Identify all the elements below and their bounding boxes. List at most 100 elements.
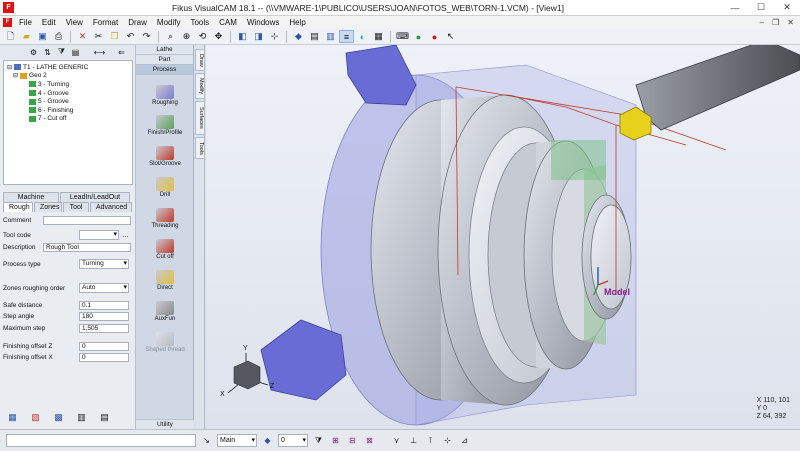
tree-op[interactable]: 4 - Groove [7, 89, 129, 98]
color-icon[interactable]: ◆ [261, 434, 274, 447]
snap-icon[interactable]: ⊹ [267, 30, 282, 43]
tab-leadin-leadout[interactable]: LeadIn/LeadOut [60, 192, 130, 202]
grid-icon[interactable]: ⊺ [424, 434, 437, 447]
line-width-select[interactable]: 0 [278, 434, 308, 447]
measure-icon[interactable]: ⊿ [458, 434, 471, 447]
utility-tab[interactable]: Utility [136, 419, 194, 429]
max-step-input[interactable]: 1,505 [79, 323, 129, 333]
minimize-button[interactable]: — [722, 3, 748, 13]
tab-tools[interactable]: Tools [195, 137, 205, 159]
copy-icon[interactable]: ❐ [107, 30, 122, 43]
ortho-icon[interactable]: ⊥ [407, 434, 420, 447]
redo-icon[interactable]: ↷ [139, 30, 154, 43]
tree-geo[interactable]: ⊟ Geo 2 [7, 72, 129, 81]
apply-icon[interactable]: ▦ [6, 411, 19, 424]
menu-windows[interactable]: Windows [242, 18, 284, 27]
menu-edit[interactable]: Edit [37, 18, 61, 27]
menu-format[interactable]: Format [88, 18, 123, 27]
zoom-window-icon[interactable]: ⌕ [163, 30, 178, 43]
safe-distance-input[interactable]: 0.1 [79, 300, 129, 310]
tree-op[interactable]: 5 - Groove [7, 97, 129, 106]
save-icon[interactable]: ▣ [35, 30, 50, 43]
drill-button[interactable]: Drill [136, 177, 194, 198]
description-input[interactable]: Rough Tool [43, 242, 131, 252]
menu-draw[interactable]: Draw [123, 18, 152, 27]
menu-tools[interactable]: Tools [185, 18, 214, 27]
path-display-icon[interactable]: ⊟ [346, 434, 359, 447]
print-icon[interactable]: ⎙ [51, 30, 66, 43]
rotate-view-icon[interactable]: ⟲ [195, 30, 210, 43]
calculate-icon[interactable]: ▧ [29, 411, 42, 424]
browse-tool-button[interactable]: … [122, 232, 129, 239]
tab-part[interactable]: Part [136, 55, 193, 65]
collapse-icon[interactable]: ⇐ [116, 47, 127, 58]
snap-mode-icon[interactable]: ⋎ [390, 434, 403, 447]
3d-viewport[interactable]: Model Y Z X X 110, 101 Y 0 Z 64, 392 [206, 45, 800, 429]
arrow-icon[interactable]: ↘ [200, 434, 213, 447]
postprocess-icon[interactable]: ▦ [371, 30, 386, 43]
lathe-icon[interactable]: ▥ [323, 30, 338, 43]
menu-cam[interactable]: CAM [214, 18, 242, 27]
document-icon[interactable]: F [3, 18, 12, 27]
zones-order-select[interactable]: Auto [79, 283, 129, 293]
tab-surfaces[interactable]: Surfaces [195, 101, 205, 135]
simulate-op-icon[interactable]: ▩ [52, 411, 65, 424]
options-icon[interactable]: ▤ [98, 411, 111, 424]
cut-off-button[interactable]: Cut off [136, 239, 194, 260]
finish-x-input[interactable]: 0 [79, 352, 129, 362]
tab-process[interactable]: Process [136, 65, 193, 75]
tab-rough[interactable]: Rough [3, 202, 33, 212]
sort-icon[interactable]: ⇅ [42, 47, 53, 58]
tool-library-icon[interactable]: ⚙ [28, 47, 39, 58]
layer-select[interactable]: Main [217, 434, 257, 447]
tab-machine[interactable]: Machine [3, 192, 59, 202]
direct-button[interactable]: Direct [136, 270, 194, 291]
tree-op[interactable]: 3 - Turning [7, 80, 129, 89]
simulate-icon[interactable]: ◐ [355, 30, 370, 43]
view-cube-icon[interactable]: ◧ [235, 30, 250, 43]
help-cursor-icon[interactable]: ↖ [443, 30, 458, 43]
filter-icon[interactable]: ⧩ [312, 434, 325, 447]
mdi-close-button[interactable]: ✕ [787, 18, 794, 27]
keyboard-icon[interactable]: ⌨ [395, 30, 410, 43]
tab-advanced[interactable]: Advanced [90, 202, 132, 212]
expand-icon[interactable]: ⟷ [94, 47, 105, 58]
mdi-restore-button[interactable]: ❐ [772, 18, 779, 27]
menu-help[interactable]: Help [284, 18, 310, 27]
model-canvas[interactable]: Model Y Z X [206, 45, 800, 429]
menu-view[interactable]: View [61, 18, 88, 27]
undo-icon[interactable]: ↶ [123, 30, 138, 43]
tab-lathe[interactable]: Lathe [136, 45, 193, 55]
tool-display-icon[interactable]: ⊞ [329, 434, 342, 447]
tree-op[interactable]: 6 - Finishing [7, 106, 129, 115]
comment-input[interactable] [43, 215, 131, 225]
zoom-icon[interactable]: ⊕ [179, 30, 194, 43]
menu-file[interactable]: File [14, 18, 37, 27]
finish-profile-button[interactable]: Finish/Profile [136, 115, 194, 136]
auxfun-button[interactable]: AuxFun [136, 301, 194, 322]
toolpath-icon[interactable]: ≡ [339, 30, 354, 43]
tab-tool[interactable]: Tool [63, 202, 89, 212]
mdi-minimize-button[interactable]: – [760, 18, 764, 27]
stop-icon[interactable]: ● [427, 30, 442, 43]
machine-icon[interactable]: ▤ [307, 30, 322, 43]
tab-zones[interactable]: Zones [34, 202, 62, 212]
tool-code-select[interactable] [79, 230, 119, 240]
filter-icon[interactable]: ⧩ [56, 47, 67, 58]
maximize-button[interactable]: ☐ [748, 2, 774, 13]
roughing-button[interactable]: Roughing [136, 85, 194, 106]
verify-op-icon[interactable]: ▥ [75, 411, 88, 424]
turning-tool[interactable] [619, 45, 800, 141]
verify-icon[interactable]: ● [411, 30, 426, 43]
tree-op[interactable]: 7 - Cut off [7, 115, 129, 124]
pan-icon[interactable]: ✥ [211, 30, 226, 43]
dimension-icon[interactable]: ⊹ [441, 434, 454, 447]
tab-draw[interactable]: Draw [195, 49, 205, 71]
slot-groove-button[interactable]: Slot/Groove [136, 146, 194, 167]
finish-z-input[interactable]: 0 [79, 341, 129, 351]
layer-icon[interactable]: ◆ [291, 30, 306, 43]
tab-modify[interactable]: Modify [195, 73, 205, 99]
generate-icon[interactable]: ▤ [70, 47, 81, 58]
stock-display-icon[interactable]: ⊠ [363, 434, 376, 447]
menu-modify[interactable]: Modify [152, 18, 186, 27]
